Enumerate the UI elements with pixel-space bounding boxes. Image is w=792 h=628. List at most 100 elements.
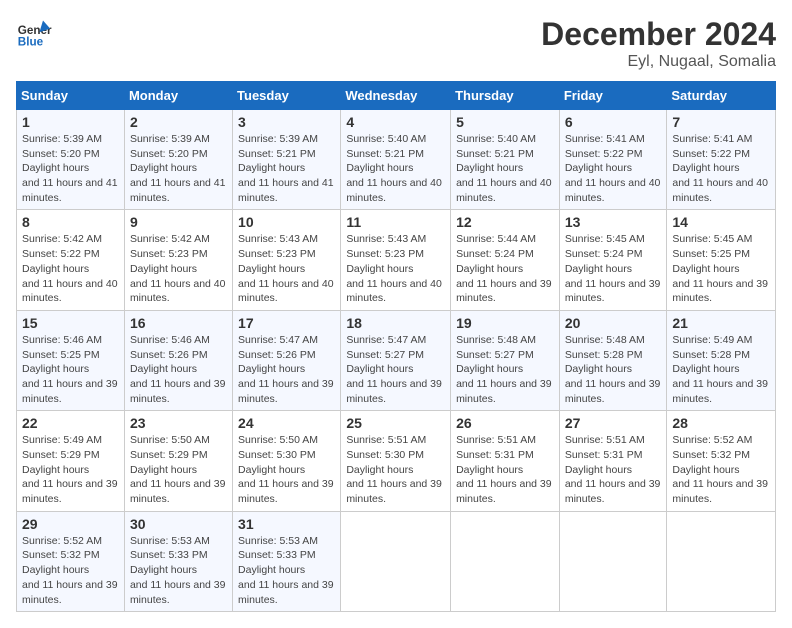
calendar-cell: 22 Sunrise: 5:49 AM Sunset: 5:29 PM Dayl… (17, 411, 125, 511)
calendar-cell: 27 Sunrise: 5:51 AM Sunset: 5:31 PM Dayl… (559, 411, 667, 511)
logo-icon: General Blue (16, 16, 52, 52)
calendar-cell: 6 Sunrise: 5:41 AM Sunset: 5:22 PM Dayli… (559, 110, 667, 210)
day-number: 2 (130, 114, 227, 130)
calendar-cell: 3 Sunrise: 5:39 AM Sunset: 5:21 PM Dayli… (233, 110, 341, 210)
svg-text:Blue: Blue (18, 36, 44, 49)
calendar-table: SundayMondayTuesdayWednesdayThursdayFrid… (16, 81, 776, 612)
calendar-cell: 4 Sunrise: 5:40 AM Sunset: 5:21 PM Dayli… (341, 110, 451, 210)
day-number: 7 (672, 114, 770, 130)
day-number: 14 (672, 214, 770, 230)
calendar-cell: 12 Sunrise: 5:44 AM Sunset: 5:24 PM Dayl… (451, 210, 560, 310)
day-number: 21 (672, 315, 770, 331)
calendar-cell: 10 Sunrise: 5:43 AM Sunset: 5:23 PM Dayl… (233, 210, 341, 310)
calendar-cell: 21 Sunrise: 5:49 AM Sunset: 5:28 PM Dayl… (667, 310, 776, 410)
calendar-cell: 26 Sunrise: 5:51 AM Sunset: 5:31 PM Dayl… (451, 411, 560, 511)
day-number: 16 (130, 315, 227, 331)
calendar-cell: 13 Sunrise: 5:45 AM Sunset: 5:24 PM Dayl… (559, 210, 667, 310)
day-number: 24 (238, 415, 335, 431)
weekday-header-sunday: Sunday (17, 82, 125, 110)
calendar-cell: 19 Sunrise: 5:48 AM Sunset: 5:27 PM Dayl… (451, 310, 560, 410)
weekday-header-tuesday: Tuesday (233, 82, 341, 110)
day-number: 28 (672, 415, 770, 431)
day-number: 10 (238, 214, 335, 230)
calendar-week-row: 29 Sunrise: 5:52 AM Sunset: 5:32 PM Dayl… (17, 511, 776, 611)
logo: General Blue (16, 16, 52, 52)
day-number: 30 (130, 516, 227, 532)
calendar-cell: 15 Sunrise: 5:46 AM Sunset: 5:25 PM Dayl… (17, 310, 125, 410)
day-info: Sunrise: 5:43 AM Sunset: 5:23 PM Dayligh… (346, 232, 445, 305)
day-number: 20 (565, 315, 662, 331)
day-info: Sunrise: 5:51 AM Sunset: 5:30 PM Dayligh… (346, 433, 445, 506)
calendar-week-row: 1 Sunrise: 5:39 AM Sunset: 5:20 PM Dayli… (17, 110, 776, 210)
page-header: General Blue December 2024 Eyl, Nugaal, … (16, 16, 776, 71)
day-number: 22 (22, 415, 119, 431)
calendar-cell: 20 Sunrise: 5:48 AM Sunset: 5:28 PM Dayl… (559, 310, 667, 410)
day-info: Sunrise: 5:45 AM Sunset: 5:24 PM Dayligh… (565, 232, 662, 305)
calendar-cell: 23 Sunrise: 5:50 AM Sunset: 5:29 PM Dayl… (124, 411, 232, 511)
day-info: Sunrise: 5:53 AM Sunset: 5:33 PM Dayligh… (238, 534, 335, 607)
day-info: Sunrise: 5:47 AM Sunset: 5:27 PM Dayligh… (346, 333, 445, 406)
calendar-cell: 9 Sunrise: 5:42 AM Sunset: 5:23 PM Dayli… (124, 210, 232, 310)
day-number: 5 (456, 114, 554, 130)
day-number: 13 (565, 214, 662, 230)
day-info: Sunrise: 5:53 AM Sunset: 5:33 PM Dayligh… (130, 534, 227, 607)
weekday-header-saturday: Saturday (667, 82, 776, 110)
calendar-cell: 8 Sunrise: 5:42 AM Sunset: 5:22 PM Dayli… (17, 210, 125, 310)
day-info: Sunrise: 5:44 AM Sunset: 5:24 PM Dayligh… (456, 232, 554, 305)
day-info: Sunrise: 5:39 AM Sunset: 5:20 PM Dayligh… (130, 132, 227, 205)
calendar-cell: 1 Sunrise: 5:39 AM Sunset: 5:20 PM Dayli… (17, 110, 125, 210)
day-number: 18 (346, 315, 445, 331)
calendar-cell: 29 Sunrise: 5:52 AM Sunset: 5:32 PM Dayl… (17, 511, 125, 611)
calendar-week-row: 22 Sunrise: 5:49 AM Sunset: 5:29 PM Dayl… (17, 411, 776, 511)
day-info: Sunrise: 5:41 AM Sunset: 5:22 PM Dayligh… (672, 132, 770, 205)
location-title: Eyl, Nugaal, Somalia (541, 53, 776, 71)
day-number: 31 (238, 516, 335, 532)
calendar-cell: 28 Sunrise: 5:52 AM Sunset: 5:32 PM Dayl… (667, 411, 776, 511)
calendar-cell: 16 Sunrise: 5:46 AM Sunset: 5:26 PM Dayl… (124, 310, 232, 410)
calendar-cell: 18 Sunrise: 5:47 AM Sunset: 5:27 PM Dayl… (341, 310, 451, 410)
day-info: Sunrise: 5:48 AM Sunset: 5:27 PM Dayligh… (456, 333, 554, 406)
day-info: Sunrise: 5:46 AM Sunset: 5:26 PM Dayligh… (130, 333, 227, 406)
day-info: Sunrise: 5:51 AM Sunset: 5:31 PM Dayligh… (456, 433, 554, 506)
calendar-cell: 17 Sunrise: 5:47 AM Sunset: 5:26 PM Dayl… (233, 310, 341, 410)
calendar-cell: 25 Sunrise: 5:51 AM Sunset: 5:30 PM Dayl… (341, 411, 451, 511)
day-info: Sunrise: 5:46 AM Sunset: 5:25 PM Dayligh… (22, 333, 119, 406)
day-info: Sunrise: 5:39 AM Sunset: 5:20 PM Dayligh… (22, 132, 119, 205)
calendar-cell: 5 Sunrise: 5:40 AM Sunset: 5:21 PM Dayli… (451, 110, 560, 210)
day-info: Sunrise: 5:42 AM Sunset: 5:23 PM Dayligh… (130, 232, 227, 305)
weekday-header-row: SundayMondayTuesdayWednesdayThursdayFrid… (17, 82, 776, 110)
day-info: Sunrise: 5:45 AM Sunset: 5:25 PM Dayligh… (672, 232, 770, 305)
calendar-cell (559, 511, 667, 611)
day-info: Sunrise: 5:49 AM Sunset: 5:28 PM Dayligh… (672, 333, 770, 406)
day-info: Sunrise: 5:51 AM Sunset: 5:31 PM Dayligh… (565, 433, 662, 506)
calendar-cell (667, 511, 776, 611)
day-number: 29 (22, 516, 119, 532)
day-number: 27 (565, 415, 662, 431)
day-number: 12 (456, 214, 554, 230)
day-info: Sunrise: 5:40 AM Sunset: 5:21 PM Dayligh… (456, 132, 554, 205)
day-number: 25 (346, 415, 445, 431)
day-number: 8 (22, 214, 119, 230)
day-number: 26 (456, 415, 554, 431)
calendar-cell: 14 Sunrise: 5:45 AM Sunset: 5:25 PM Dayl… (667, 210, 776, 310)
weekday-header-thursday: Thursday (451, 82, 560, 110)
day-info: Sunrise: 5:40 AM Sunset: 5:21 PM Dayligh… (346, 132, 445, 205)
day-number: 11 (346, 214, 445, 230)
day-number: 4 (346, 114, 445, 130)
day-info: Sunrise: 5:52 AM Sunset: 5:32 PM Dayligh… (672, 433, 770, 506)
day-number: 15 (22, 315, 119, 331)
day-info: Sunrise: 5:50 AM Sunset: 5:30 PM Dayligh… (238, 433, 335, 506)
day-info: Sunrise: 5:49 AM Sunset: 5:29 PM Dayligh… (22, 433, 119, 506)
weekday-header-monday: Monday (124, 82, 232, 110)
calendar-cell: 24 Sunrise: 5:50 AM Sunset: 5:30 PM Dayl… (233, 411, 341, 511)
day-info: Sunrise: 5:42 AM Sunset: 5:22 PM Dayligh… (22, 232, 119, 305)
calendar-cell: 30 Sunrise: 5:53 AM Sunset: 5:33 PM Dayl… (124, 511, 232, 611)
day-info: Sunrise: 5:50 AM Sunset: 5:29 PM Dayligh… (130, 433, 227, 506)
calendar-cell: 11 Sunrise: 5:43 AM Sunset: 5:23 PM Dayl… (341, 210, 451, 310)
day-info: Sunrise: 5:41 AM Sunset: 5:22 PM Dayligh… (565, 132, 662, 205)
month-title: December 2024 (541, 16, 776, 53)
day-number: 19 (456, 315, 554, 331)
calendar-cell: 7 Sunrise: 5:41 AM Sunset: 5:22 PM Dayli… (667, 110, 776, 210)
calendar-cell (451, 511, 560, 611)
day-number: 17 (238, 315, 335, 331)
